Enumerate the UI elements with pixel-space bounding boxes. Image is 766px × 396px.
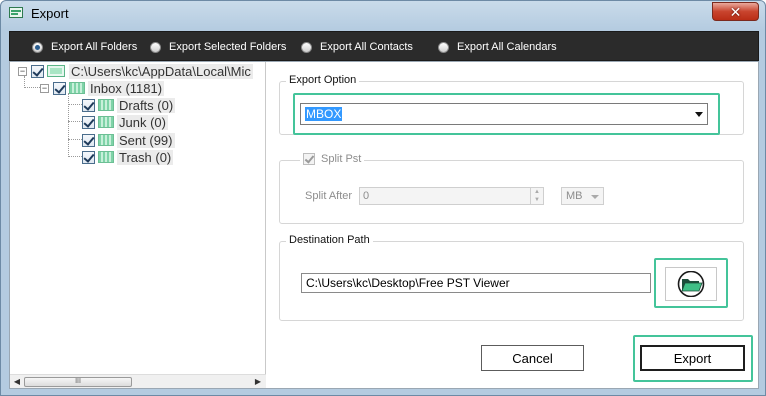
radio-icon[interactable]	[150, 41, 161, 53]
checkbox-checked-icon[interactable]	[82, 133, 95, 147]
tree-node-junk[interactable]: Junk (0)	[82, 114, 168, 130]
split-unit-select[interactable]: MB	[561, 187, 604, 205]
folder-tree: − C:\Users\kc\AppData\Local\Mic − Inbox …	[10, 62, 266, 372]
export-button[interactable]: Export	[640, 345, 745, 371]
split-after-value: 0	[363, 190, 370, 202]
collapse-icon[interactable]: −	[18, 66, 27, 76]
scroll-thumb[interactable]: III	[24, 377, 132, 387]
folder-tree-pane: − C:\Users\kc\AppData\Local\Mic − Inbox …	[10, 62, 266, 388]
export-window: Export ✕ Export All Folders Export Selec…	[0, 0, 766, 396]
radio-selected-icon[interactable]	[32, 41, 43, 53]
chevron-down-icon[interactable]	[591, 195, 599, 199]
export-format-select[interactable]: MBOX	[300, 103, 708, 125]
export-option-title: Export Option	[286, 74, 360, 86]
destination-title: Destination Path	[286, 234, 373, 246]
split-pst-checkbox[interactable]	[303, 153, 315, 165]
close-icon: ✕	[729, 3, 742, 20]
folder-icon	[98, 134, 114, 146]
radio-label: Export All Folders	[51, 41, 138, 53]
folder-icon	[69, 82, 85, 94]
export-format-value: MBOX	[305, 107, 343, 121]
radio-icon[interactable]	[438, 41, 449, 53]
checkbox-checked-icon[interactable]	[53, 81, 66, 95]
tree-node-trash[interactable]: Trash (0)	[82, 149, 174, 165]
radio-label: Export All Calendars	[457, 41, 557, 53]
chevron-down-icon[interactable]	[695, 112, 703, 117]
radio-icon[interactable]	[301, 41, 312, 53]
tree-root-node[interactable]: − C:\Users\kc\AppData\Local\Mic	[18, 63, 253, 79]
folder-label: Inbox (1181)	[88, 80, 165, 96]
radio-export-selected-folders[interactable]: Export Selected Folders	[150, 40, 286, 54]
title-bar: Export ✕	[1, 1, 765, 25]
checkbox-checked-icon[interactable]	[82, 150, 95, 164]
checkbox-checked-icon[interactable]	[31, 64, 44, 78]
checkbox-checked-icon[interactable]	[82, 115, 95, 129]
app-icon	[9, 7, 23, 18]
folder-label: Trash (0)	[117, 149, 174, 165]
radio-label: Export Selected Folders	[169, 41, 287, 53]
folder-icon	[98, 151, 114, 163]
close-button[interactable]: ✕	[712, 2, 759, 21]
destination-path-input[interactable]: C:\Users\kc\Desktop\Free PST Viewer	[301, 273, 651, 293]
split-after-spinner[interactable]: 0 ▲ ▼	[359, 187, 544, 205]
browse-button[interactable]	[665, 267, 717, 301]
scroll-right-icon[interactable]: ▶	[253, 377, 263, 387]
tree-node-drafts[interactable]: Drafts (0)	[82, 97, 176, 113]
folder-icon	[98, 99, 114, 111]
spin-down-icon[interactable]: ▼	[531, 196, 543, 204]
checkbox-checked-icon[interactable]	[82, 98, 95, 112]
folder-label: Sent (99)	[117, 132, 175, 148]
spinner-buttons[interactable]: ▲ ▼	[530, 188, 543, 204]
split-pst-label: Split Pst	[321, 153, 362, 165]
collapse-icon[interactable]: −	[40, 83, 49, 93]
scroll-left-icon[interactable]: ◀	[12, 377, 22, 387]
pst-file-icon	[47, 64, 65, 77]
split-after-label: Split After	[305, 190, 353, 202]
tree-node-inbox[interactable]: − Inbox (1181)	[40, 80, 165, 96]
folder-icon	[98, 116, 114, 128]
folder-label: Drafts (0)	[117, 97, 176, 113]
radio-export-all-folders[interactable]: Export All Folders	[32, 40, 137, 54]
spin-up-icon[interactable]: ▲	[531, 188, 543, 196]
folder-open-icon	[677, 271, 705, 297]
radio-export-all-calendars[interactable]: Export All Calendars	[438, 40, 557, 54]
tree-root-label: C:\Users\kc\AppData\Local\Mic	[69, 63, 253, 79]
split-unit-value: MB	[566, 190, 583, 202]
radio-label: Export All Contacts	[320, 41, 413, 53]
folder-label: Junk (0)	[117, 114, 168, 130]
radio-export-all-contacts[interactable]: Export All Contacts	[301, 40, 413, 54]
split-header: Split Pst	[300, 153, 365, 165]
window-title: Export	[31, 6, 69, 21]
tree-horizontal-scrollbar[interactable]: ◀ III ▶	[10, 374, 266, 388]
export-mode-bar: Export All Folders Export Selected Folde…	[9, 31, 759, 61]
cancel-button[interactable]: Cancel	[481, 345, 584, 371]
tree-node-sent[interactable]: Sent (99)	[82, 132, 175, 148]
